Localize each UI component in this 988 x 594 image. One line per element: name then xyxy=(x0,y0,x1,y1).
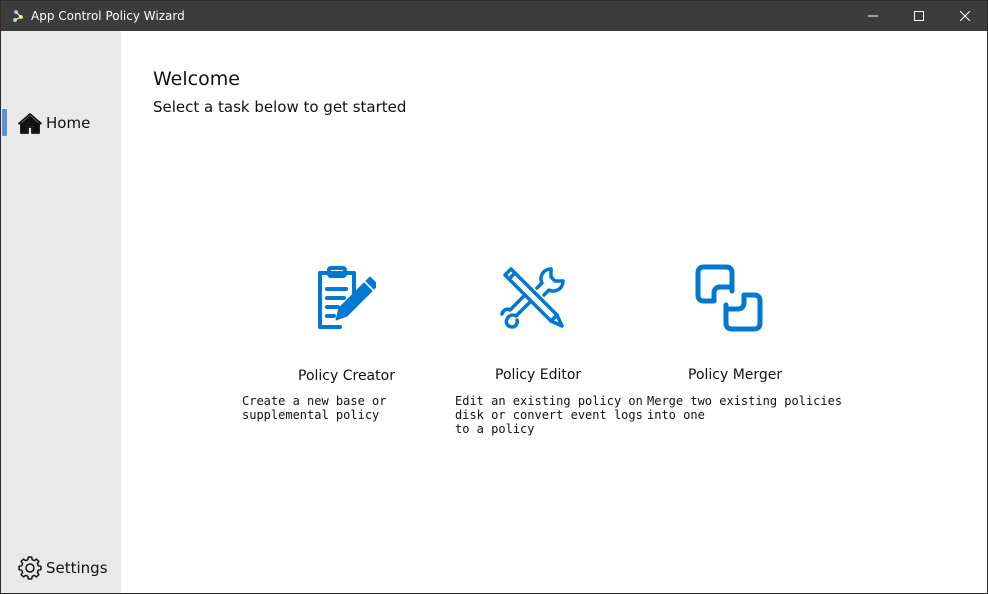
sidebar: Home Settings xyxy=(1,31,121,593)
title-bar[interactable]: App Control Policy Wizard xyxy=(1,1,987,31)
minimize-icon xyxy=(868,15,878,17)
card-title: Policy Editor xyxy=(495,367,582,383)
page-subtitle: Select a task below to get started xyxy=(153,98,407,116)
policy-merger-card[interactable]: Policy Merger Merge two existing policie… xyxy=(646,263,846,433)
close-button[interactable] xyxy=(942,1,987,31)
sidebar-item-home[interactable]: Home xyxy=(1,108,121,138)
window-title: App Control Policy Wizard xyxy=(31,9,185,23)
maximize-button[interactable] xyxy=(896,1,942,31)
selection-indicator xyxy=(2,109,7,136)
wrench-pencil-icon xyxy=(500,267,565,329)
policy-creator-card[interactable]: Policy Creator Create a new base or supp… xyxy=(241,263,441,433)
merge-squares-icon xyxy=(695,264,763,332)
maximize-icon xyxy=(914,11,924,21)
app-logo-icon xyxy=(13,10,23,22)
policy-editor-card[interactable]: Policy Editor Edit an existing policy on… xyxy=(454,263,654,436)
sidebar-item-label: Home xyxy=(46,114,91,132)
close-icon xyxy=(960,11,970,21)
minimize-button[interactable] xyxy=(850,1,896,31)
card-description: Merge two existing policies into one xyxy=(647,394,843,422)
gear-icon xyxy=(18,556,42,580)
page-title: Welcome xyxy=(153,68,240,90)
card-description: Create a new base or supplemental policy xyxy=(242,394,387,422)
app-window: App Control Policy Wizard Home Settings … xyxy=(0,0,988,594)
card-description: Edit an existing policy on disk or conve… xyxy=(455,394,643,436)
clipboard-pencil-icon xyxy=(318,266,376,329)
sidebar-item-settings[interactable]: Settings xyxy=(1,552,121,584)
home-icon xyxy=(18,113,42,134)
card-title: Policy Merger xyxy=(688,367,783,383)
sidebar-item-label: Settings xyxy=(46,559,108,577)
card-title: Policy Creator xyxy=(298,368,395,384)
